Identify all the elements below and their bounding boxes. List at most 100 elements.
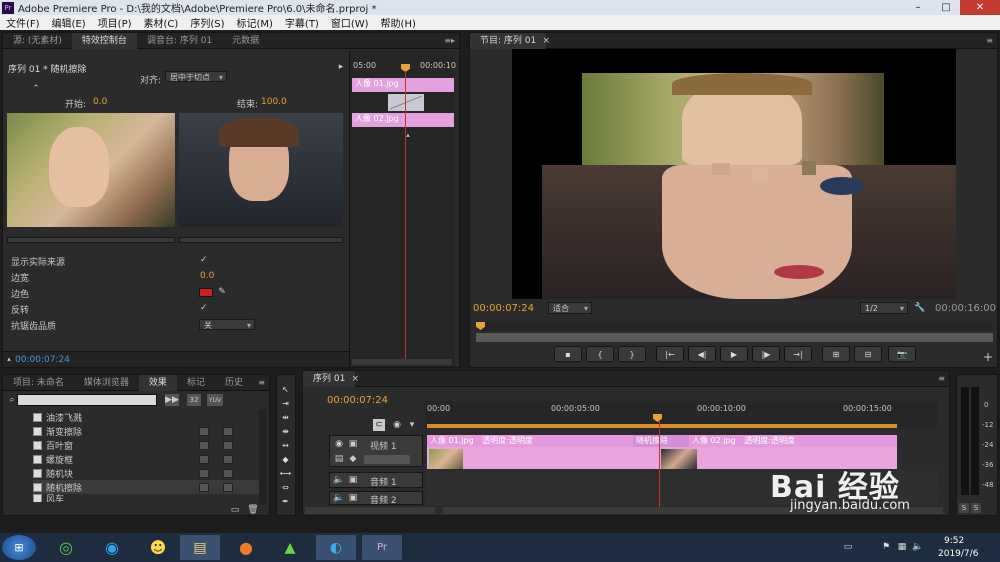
list-item[interactable]: 百叶窗 — [33, 438, 263, 452]
transition-clip[interactable]: 随机擦除 — [633, 435, 689, 447]
clip-b-label[interactable]: 人像 02.jpg 透明度:透明度 — [689, 435, 897, 447]
lift-button[interactable]: ⊞ — [822, 346, 850, 362]
speaker-icon[interactable]: 🔈 — [333, 475, 344, 485]
yuv-filter-button[interactable]: YUV — [207, 394, 223, 406]
border-color-swatch[interactable] — [199, 288, 213, 297]
border-width-value[interactable]: 0.0 — [200, 271, 214, 281]
maximize-button[interactable]: □ — [932, 0, 960, 15]
tab-markers[interactable]: 标记 — [177, 375, 215, 391]
taskbar-app-360-icon[interactable]: ◎ — [46, 535, 86, 560]
taskbar-app-media-icon[interactable]: ▲ — [270, 535, 310, 560]
timeline-timecode[interactable]: 00:00:07:24 — [327, 395, 388, 406]
clip-b-fx[interactable]: 透明度:透明度 — [744, 436, 795, 445]
tab-audio-mixer[interactable]: 调音台: 序列 01 — [137, 33, 222, 49]
effects-scrollbar[interactable] — [259, 409, 267, 505]
tray-volume-icon[interactable]: 🔈 — [912, 542, 924, 552]
work-area-bar[interactable] — [427, 424, 897, 428]
selection-tool-icon[interactable]: ↖ — [279, 383, 292, 395]
close-button[interactable]: ✕ — [960, 0, 1000, 15]
snap-icon[interactable]: ⊂ — [373, 419, 385, 431]
tray-flag-icon[interactable]: ⚑ — [880, 542, 892, 552]
32bit-filter-button[interactable]: 32 — [187, 394, 201, 406]
tab-project[interactable]: 项目: 未命名 — [3, 375, 74, 391]
panel-menu-icon[interactable]: ≡ — [938, 374, 945, 383]
end-value[interactable]: 100.0 — [261, 97, 287, 107]
start-button[interactable]: ⊞ — [2, 535, 36, 560]
extract-button[interactable]: ⊟ — [854, 346, 882, 362]
menu-title[interactable]: 字幕(T) — [279, 15, 325, 30]
eye-icon[interactable]: ◉ — [334, 439, 344, 449]
menu-file[interactable]: 文件(F) — [0, 15, 46, 30]
reverse-checkbox[interactable]: ✓ — [200, 303, 208, 313]
close-tab-icon[interactable]: × — [542, 36, 550, 46]
marker-icon[interactable]: ◉ — [391, 419, 403, 431]
show-source-checkbox[interactable]: ✓ — [200, 255, 208, 265]
taskbar-app-firefox-icon[interactable]: ● — [226, 535, 266, 560]
mini-clip-a[interactable]: 人像 01.jpg — [352, 78, 454, 92]
display-style-icon[interactable]: ▤ — [334, 454, 344, 464]
mini-clip-b[interactable]: 人像 02.jpg — [352, 113, 454, 127]
new-bin-icon[interactable]: ▶▶ — [165, 394, 179, 406]
mark-in-button[interactable]: { — [586, 346, 614, 362]
list-item[interactable]: 螺旋框 — [33, 452, 263, 466]
quality-dropdown[interactable]: 1/2 — [860, 302, 908, 314]
solo-left-button[interactable]: S — [959, 503, 969, 513]
keyframe-nav[interactable] — [364, 455, 410, 464]
trash-icon[interactable]: 🗑 — [247, 505, 259, 515]
keyframe-icon[interactable]: ▾ — [407, 419, 417, 431]
menu-window[interactable]: 窗口(W) — [325, 15, 375, 30]
wrench-icon[interactable]: 🔧 — [914, 302, 926, 314]
close-tab-icon[interactable]: × — [351, 374, 360, 384]
program-ruler[interactable] — [474, 321, 993, 331]
rate-stretch-tool-icon[interactable]: ↔ — [279, 439, 292, 451]
taskbar-app-editor-icon[interactable]: ◐ — [316, 535, 356, 560]
mini-scrollbar[interactable] — [352, 359, 452, 365]
list-item[interactable]: 随机块 — [33, 466, 263, 480]
tray-expand-icon[interactable]: ▭ — [842, 542, 854, 552]
program-timecode[interactable]: 00:00:07:24 — [473, 303, 534, 314]
step-back-button[interactable]: ◀| — [688, 346, 716, 362]
timeline-ruler[interactable]: 00:00 00:00:05:00 00:00:10:00 00:00:15:0… — [425, 401, 937, 429]
solo-right-button[interactable]: S — [971, 503, 981, 513]
panel-menu-icon[interactable]: ≡ — [258, 378, 265, 387]
add-marker-button[interactable]: ▪ — [554, 346, 582, 362]
tab-history[interactable]: 历史 — [215, 375, 253, 391]
tray-network-icon[interactable]: ▦ — [896, 542, 908, 552]
clock-time[interactable]: 9:52 — [944, 536, 964, 546]
step-forward-button[interactable]: |▶ — [752, 346, 780, 362]
antialias-dropdown[interactable]: 关 — [199, 319, 255, 331]
taskbar-app-qq-icon[interactable]: ☻ — [138, 535, 178, 560]
speaker-icon[interactable]: 🔈 — [333, 493, 344, 503]
minimize-button[interactable]: – — [904, 0, 932, 15]
menu-help[interactable]: 帮助(H) — [375, 15, 422, 30]
list-item[interactable]: 渐变擦除 — [33, 424, 263, 438]
keyframe-toggle-icon[interactable]: ◆ — [348, 454, 358, 464]
tab-media-browser[interactable]: 媒体浏览器 — [74, 375, 139, 391]
clip-a-fx[interactable]: 透明度:透明度 — [482, 436, 533, 445]
start-slider[interactable] — [7, 237, 175, 243]
mark-out-button[interactable]: } — [618, 346, 646, 362]
tab-program[interactable]: 节目: 序列 01 — [470, 32, 547, 49]
razor-tool-icon[interactable]: ◆ — [279, 453, 292, 465]
list-item[interactable]: 油漆飞溅 — [33, 410, 263, 424]
clip-a-label[interactable]: 人像 01.jpg 透明度:透明度 — [427, 435, 633, 447]
track-select-tool-icon[interactable]: ⇥ — [279, 397, 292, 409]
taskbar-app-explorer-icon[interactable]: ▤ — [180, 535, 220, 560]
menu-project[interactable]: 项目(P) — [92, 15, 138, 30]
end-slider[interactable] — [179, 237, 343, 243]
track-zoom-scrollbar[interactable] — [305, 507, 435, 514]
play-button[interactable]: ▶ — [720, 346, 748, 362]
taskbar-app-browser-icon[interactable]: ◉ — [92, 535, 132, 560]
start-value[interactable]: 0.0 — [93, 97, 107, 107]
tab-effect-controls[interactable]: 特效控制台 — [71, 32, 137, 49]
ripple-edit-tool-icon[interactable]: ⇹ — [279, 411, 292, 423]
list-item-selected[interactable]: 随机擦除 — [33, 480, 263, 494]
menu-sequence[interactable]: 序列(S) — [184, 15, 230, 30]
tab-effects[interactable]: 效果 — [138, 374, 177, 391]
effects-search-input[interactable] — [17, 394, 157, 406]
export-frame-button[interactable]: 📷 — [888, 346, 916, 362]
taskbar-app-premiere-icon[interactable]: Pr — [362, 535, 402, 560]
new-folder-icon[interactable]: ▭ — [229, 505, 241, 515]
tab-source[interactable]: 源: (无素材) — [3, 33, 72, 49]
tab-metadata[interactable]: 元数据 — [222, 33, 269, 49]
